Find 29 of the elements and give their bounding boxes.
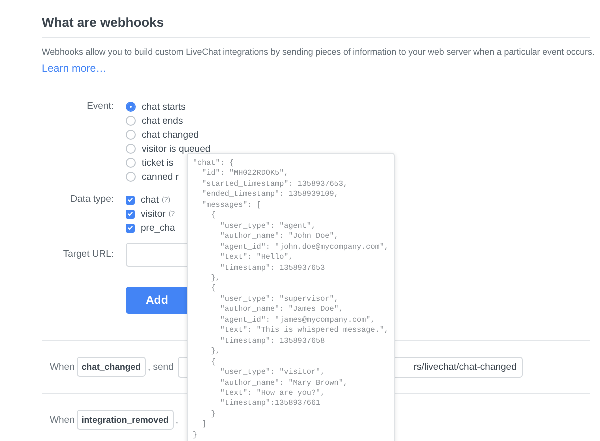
event-option-label: canned r (142, 172, 179, 182)
radio-button[interactable] (126, 116, 136, 126)
event-option-label: ticket is (142, 158, 174, 168)
target-url-label: Target URL: (62, 248, 115, 262)
checkbox[interactable] (126, 196, 135, 204)
event-option-label: chat changed (142, 130, 200, 140)
radio-button[interactable] (126, 172, 136, 182)
radio-button[interactable] (126, 102, 136, 112)
radio-button[interactable] (126, 130, 136, 140)
send-text: , (176, 414, 178, 426)
data-type-option-label: pre_cha (141, 222, 176, 234)
event-tag: chat_changed (76, 357, 146, 377)
when-text: When (50, 362, 75, 372)
data-type-label: Data type: (70, 193, 115, 207)
section-title: What are webhooks (42, 15, 166, 31)
radio-button[interactable] (126, 144, 136, 154)
event-option-label: chat ends (142, 116, 184, 126)
learn-more-link[interactable]: Learn more… (42, 62, 107, 76)
checkbox[interactable] (126, 210, 135, 218)
data-type-option-label: chat (141, 194, 159, 206)
event-tag: integration_removed (76, 410, 174, 430)
event-label: Event: (86, 100, 115, 114)
send-text: , send (148, 362, 174, 372)
radio-button[interactable] (126, 158, 136, 168)
data-type-option-label: visitor (141, 208, 166, 220)
event-option-label: visitor is queued (142, 144, 211, 154)
event-option-label: chat starts (142, 102, 186, 112)
checkbox[interactable] (126, 224, 135, 232)
when-text: When (50, 414, 75, 426)
